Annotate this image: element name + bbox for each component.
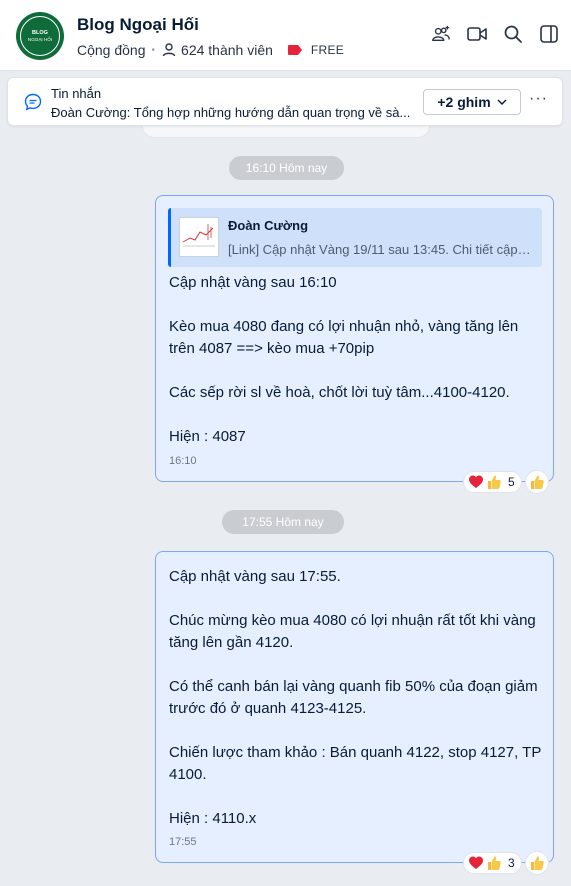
thumbs-up-icon: [486, 474, 502, 490]
thumbs-up-icon: [531, 475, 544, 489]
message-text: Cập nhật vàng sau 16:10 Kèo mua 4080 đan…: [169, 274, 519, 445]
free-badge-icon: [287, 44, 303, 56]
quote-text: [Link] Cập nhật Vàng 19/11 sau 13:45. Ch…: [228, 242, 533, 257]
chat-icon: [24, 93, 42, 116]
tier-label: FREE: [310, 43, 345, 57]
pinned-message-bar[interactable]: Tin nhắn Đoàn Cường: Tổng hợp những hướn…: [7, 77, 563, 126]
group-meta: Cộng đồng • 624 thành viên FREE: [77, 42, 344, 58]
group-logo: BLOG NGOẠI HỐI: [28, 30, 52, 42]
thumbs-up-icon: [531, 856, 544, 870]
members-icon: [432, 25, 450, 42]
separator-dot: •: [151, 44, 156, 56]
sidebar-toggle-button[interactable]: [539, 24, 559, 44]
pinned-preview[interactable]: Đoàn Cường: Tổng hợp những hướng dẫn qua…: [51, 105, 416, 120]
message-bubble[interactable]: Cập nhật vàng sau 17:55. Chúc mừng kèo m…: [155, 551, 554, 863]
message-text: Cập nhật vàng sau 17:55. Chúc mừng kèo m…: [169, 568, 542, 827]
header-actions: [431, 24, 559, 44]
more-pins-button[interactable]: +2 ghim: [423, 89, 521, 115]
reaction-summary[interactable]: 5: [463, 471, 522, 493]
message-bubble[interactable]: Đoàn Cường [Link] Cập nhật Vàng 19/11 sa…: [155, 195, 554, 482]
heart-icon: [468, 474, 484, 490]
chat-header: BLOG NGOẠI HỐI Blog Ngoại Hối Cộng đồng …: [0, 0, 571, 71]
svg-text:BLOG: BLOG: [32, 30, 48, 36]
video-call-icon: [467, 27, 487, 41]
quoted-message[interactable]: Đoàn Cường [Link] Cập nhật Vàng 19/11 sa…: [168, 208, 542, 267]
pinned-title: Tin nhắn: [51, 86, 102, 101]
group-name[interactable]: Blog Ngoại Hối: [77, 15, 199, 35]
time-separator: 16:10 Hôm nay: [229, 156, 344, 180]
sidebar-toggle-icon: [540, 25, 558, 43]
message-time: 17:55: [169, 836, 197, 848]
search-icon: [504, 25, 522, 43]
member-count[interactable]: 624 thành viên: [181, 42, 273, 58]
reaction-count: 3: [508, 856, 515, 870]
reaction-count: 5: [508, 475, 515, 489]
thumbs-up-icon: [486, 855, 502, 871]
time-separator: 17:55 Hôm nay: [222, 510, 344, 534]
message-time: 16:10: [169, 455, 197, 467]
svg-text:NGOẠI HỐI: NGOẠI HỐI: [28, 36, 52, 42]
add-reaction-button[interactable]: [525, 851, 549, 875]
more-pins-label: +2 ghim: [437, 94, 491, 110]
add-reaction-button[interactable]: [525, 470, 549, 494]
more-icon[interactable]: ···: [529, 90, 548, 108]
group-avatar[interactable]: BLOG NGOẠI HỐI: [16, 12, 64, 60]
add-member-button[interactable]: [431, 24, 451, 44]
chevron-down-icon: [497, 99, 507, 105]
video-call-button[interactable]: [467, 24, 487, 44]
heart-icon: [468, 855, 484, 871]
reaction-summary[interactable]: 3: [463, 852, 522, 874]
quote-author: Đoàn Cường: [228, 218, 309, 233]
search-button[interactable]: [503, 24, 523, 44]
group-type: Cộng đồng: [77, 42, 146, 58]
member-icon: [161, 42, 177, 58]
quote-thumbnail: [179, 217, 219, 257]
